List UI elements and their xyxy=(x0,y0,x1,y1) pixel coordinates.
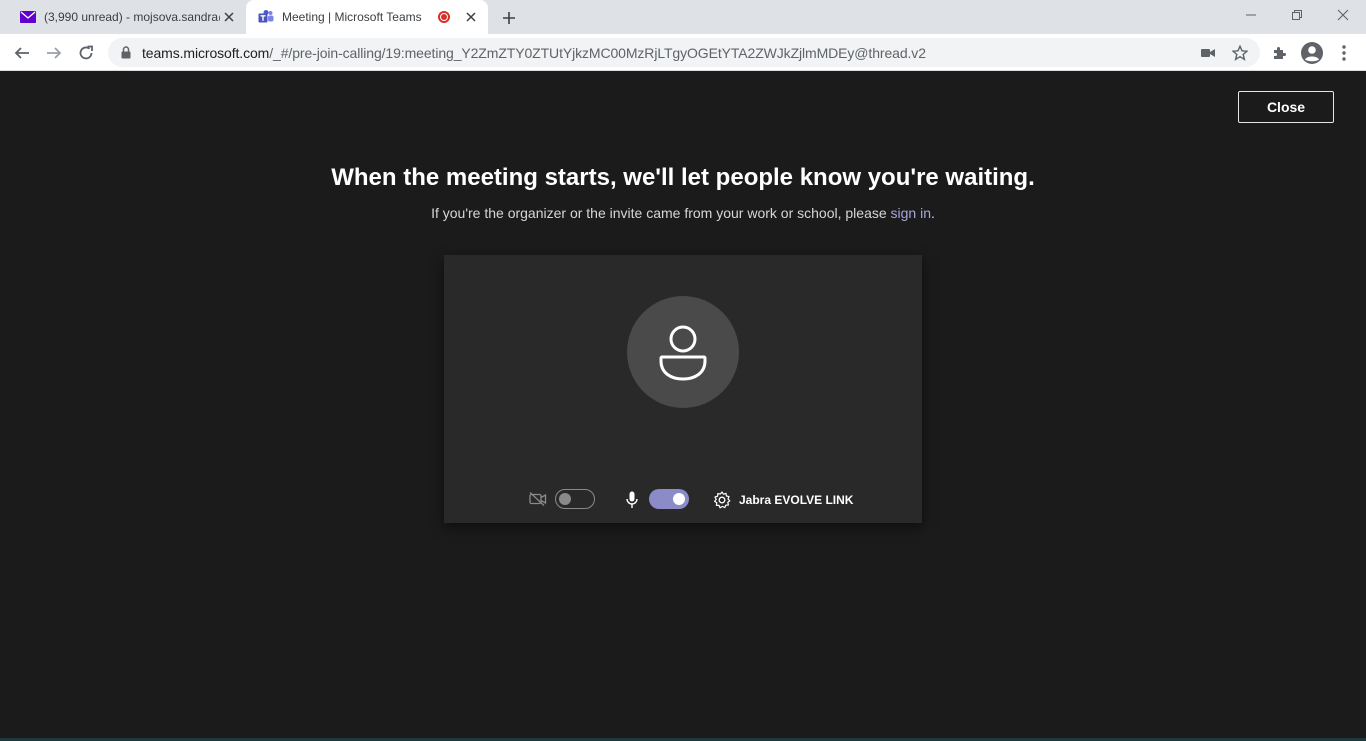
back-button[interactable] xyxy=(8,39,36,67)
more-vertical-icon xyxy=(1342,45,1346,61)
tab-teams-title: Meeting | Microsoft Teams xyxy=(282,10,422,24)
extensions-button[interactable] xyxy=(1266,39,1294,67)
address-url[interactable]: teams.microsoft.com/_#/pre-join-calling/… xyxy=(142,45,1196,61)
minimize-button[interactable] xyxy=(1228,0,1274,30)
tab-teams[interactable]: Meeting | Microsoft Teams xyxy=(246,0,488,34)
sign-in-hint-suffix: . xyxy=(931,205,935,221)
device-settings-button[interactable] xyxy=(713,491,731,509)
restore-button[interactable] xyxy=(1274,0,1320,30)
arrow-left-icon xyxy=(14,47,29,59)
forward-button[interactable] xyxy=(40,39,68,67)
profile-button[interactable] xyxy=(1298,39,1326,67)
reload-button[interactable] xyxy=(72,39,100,67)
camera-in-use-icon[interactable] xyxy=(1196,41,1220,65)
camera-off-icon xyxy=(529,490,547,508)
microphone-icon xyxy=(625,491,639,509)
profile-avatar-icon xyxy=(1301,42,1323,64)
microphone-toggle[interactable] xyxy=(649,489,689,509)
url-path: /_#/pre-join-calling/19:meeting_Y2ZmZTY0… xyxy=(269,44,926,61)
tab-mail-title: (3,990 unread) - mojsova.sandra@ xyxy=(44,10,220,24)
browser-menu-button[interactable] xyxy=(1330,39,1358,67)
avatar xyxy=(627,296,739,408)
person-icon xyxy=(659,325,707,381)
window-close-button[interactable] xyxy=(1320,0,1366,30)
audio-device-label[interactable]: Jabra EVOLVE LINK xyxy=(739,493,853,507)
sign-in-link[interactable]: sign in xyxy=(891,205,931,221)
lock-icon xyxy=(119,46,133,60)
new-tab-button[interactable] xyxy=(498,7,520,29)
bookmark-star-icon[interactable] xyxy=(1228,41,1252,65)
browser-tab-strip: (3,990 unread) - mojsova.sandra@ Meeting… xyxy=(0,0,1366,34)
teams-icon xyxy=(258,9,274,25)
close-icon[interactable] xyxy=(462,8,480,26)
teams-prejoin-screen: Close When the meeting starts, we'll let… xyxy=(0,71,1366,741)
puzzle-icon xyxy=(1274,47,1286,59)
gear-icon xyxy=(714,491,731,509)
sign-in-hint: If you're the organizer or the invite ca… xyxy=(0,205,1366,221)
address-bar[interactable]: teams.microsoft.com/_#/pre-join-calling/… xyxy=(108,38,1260,67)
tab-mail[interactable]: (3,990 unread) - mojsova.sandra@ xyxy=(8,0,246,34)
close-button[interactable]: Close xyxy=(1238,91,1334,123)
sign-in-hint-text: If you're the organizer or the invite ca… xyxy=(431,205,891,221)
reload-icon xyxy=(79,45,93,60)
browser-toolbar: teams.microsoft.com/_#/pre-join-calling/… xyxy=(0,34,1366,71)
device-controls: Jabra EVOLVE LINK xyxy=(444,485,922,515)
recording-indicator-icon xyxy=(438,11,450,23)
url-host: teams.microsoft.com xyxy=(142,44,270,61)
mail-icon xyxy=(20,9,36,25)
arrow-right-icon xyxy=(47,47,62,59)
page-title: When the meeting starts, we'll let peopl… xyxy=(331,164,1035,191)
camera-toggle[interactable] xyxy=(555,489,595,509)
video-preview-panel: Jabra EVOLVE LINK xyxy=(444,255,922,523)
close-icon[interactable] xyxy=(220,8,238,26)
